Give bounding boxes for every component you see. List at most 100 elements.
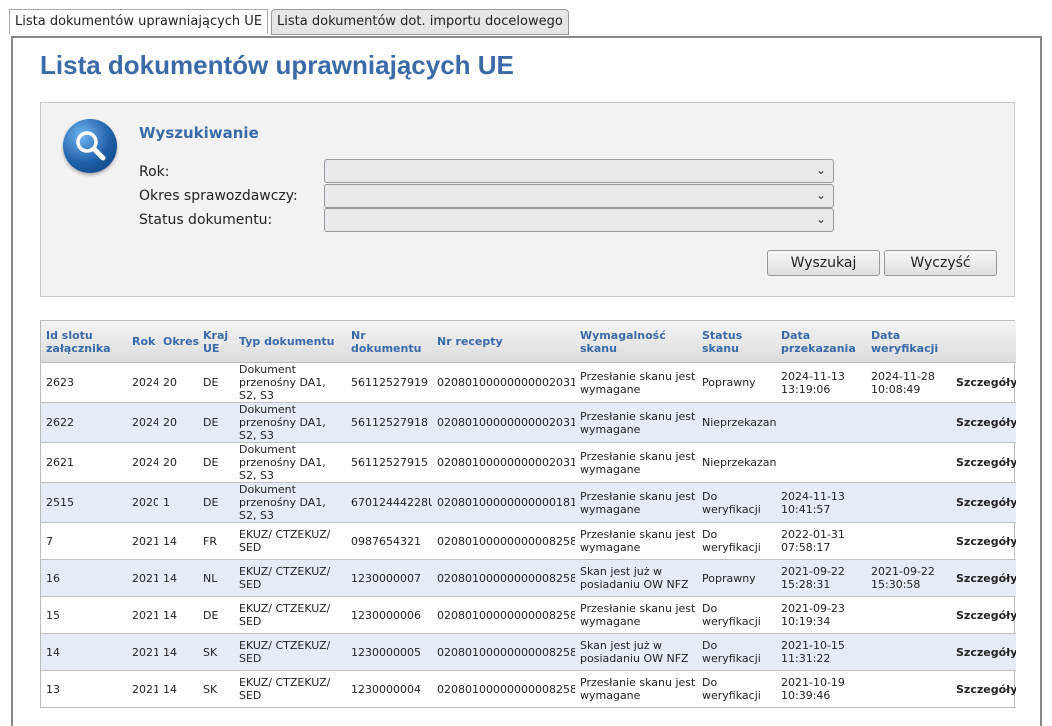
table-cell: 2021-10-19 10:39:46 (776, 670, 866, 708)
table-row: 2621 2024 20 DE Dokument przenośny DA1, S2, … (41, 442, 1016, 483)
details-link[interactable]: Szczegóły (951, 482, 1016, 523)
table-cell: Dokument przenośny DA1, S2, S3 (234, 482, 346, 523)
column-header[interactable]: Data przekazania (776, 321, 866, 363)
table-cell: Skan jest już w posiadaniu OW NFZ (575, 559, 697, 597)
table-cell: Do weryfikacji (697, 522, 776, 560)
column-header[interactable]: Rok (127, 321, 158, 363)
table-cell: 1230000007 (346, 559, 432, 597)
table-row: 14 2021 14 SK EKUZ/ CTZEKUZ/ SED 1230000005 02… (41, 633, 1016, 671)
year-label: Rok: (139, 164, 170, 180)
table-cell: DE (198, 402, 234, 443)
table-cell: FR (198, 522, 234, 560)
table-cell: 02080100000000002031221; (432, 402, 575, 443)
details-link[interactable]: Szczegóły (951, 559, 1016, 597)
table-cell: 2021-09-23 10:19:34 (776, 596, 866, 634)
table-cell: 7 (41, 522, 127, 560)
column-header[interactable]: Data weryfikacji (866, 321, 951, 363)
table-cell: Dokument przenośny DA1, S2, S3 (234, 402, 346, 443)
column-header[interactable]: Wymagalność skanu (575, 321, 697, 363)
period-select[interactable]: ⌄ (324, 184, 834, 208)
table-cell: Skan jest już w posiadaniu OW NFZ (575, 633, 697, 671)
table-cell: EKUZ/ CTZEKUZ/ SED (234, 522, 346, 560)
table-cell: 02080100000000002031222; (432, 442, 575, 483)
table-cell (776, 402, 866, 443)
status-select[interactable]: ⌄ (324, 208, 834, 232)
table-row: 2622 2024 20 DE Dokument przenośny DA1, S2, … (41, 402, 1016, 443)
column-header[interactable]: Nr recepty (432, 321, 575, 363)
column-header[interactable]: Id slotu załącznika (41, 321, 127, 363)
period-label: Okres sprawozdawczy: (139, 188, 298, 204)
table-cell: 56112527915 (346, 442, 432, 483)
table-cell: Do weryfikacji (697, 670, 776, 708)
search-panel: Wyszukiwanie Rok: ⌄ Okres sprawozdawczy:… (40, 102, 1015, 297)
table-cell: 02080100000000008258088; (432, 670, 575, 708)
table-cell: 02080100000000008258088; (432, 633, 575, 671)
table-cell: DE (198, 482, 234, 523)
details-link[interactable]: Szczegóły (951, 362, 1016, 403)
table-header-row: Id slotu załącznika Rok Okres Kraj UE Ty… (41, 321, 1016, 363)
table-cell: 02080100000000008258088; (432, 559, 575, 597)
table-cell: 2623 (41, 362, 127, 403)
table-cell: 2021 (127, 559, 158, 597)
details-link[interactable]: Szczegóły (951, 596, 1016, 634)
table-cell: 02080100000000002031256; (432, 362, 575, 403)
table-cell: EKUZ/ CTZEKUZ/ SED (234, 670, 346, 708)
details-link[interactable]: Szczegóły (951, 670, 1016, 708)
tab-import-documents[interactable]: Lista dokumentów dot. importu docelowego (271, 9, 569, 35)
table-cell: 2021-09-22 15:30:58 (866, 559, 951, 597)
table-row: 2515 2020 1 DE Dokument przenośny DA1, S2, S… (41, 482, 1016, 523)
column-header[interactable]: Status skanu (697, 321, 776, 363)
table-cell: Poprawny (697, 362, 776, 403)
column-header[interactable]: Nr dokumentu (346, 321, 432, 363)
column-header[interactable]: Okres (158, 321, 199, 363)
chevron-down-icon: ⌄ (815, 212, 826, 226)
table-cell: 1230000004 (346, 670, 432, 708)
table-cell (866, 442, 951, 483)
table-cell (866, 402, 951, 443)
table-row: 2623 2024 20 DE Dokument przenośny DA1, S2, … (41, 362, 1016, 403)
table-cell: 2024 (127, 362, 158, 403)
table-cell: DE (198, 596, 234, 634)
table-cell: 0987654321 (346, 522, 432, 560)
table-cell: EKUZ/ CTZEKUZ/ SED (234, 633, 346, 671)
table-cell: 2515 (41, 482, 127, 523)
table-cell: Przesłanie skanu jest wymagane (575, 442, 697, 483)
table-cell: Przesłanie skanu jest wymagane (575, 402, 697, 443)
column-header (951, 321, 1016, 363)
table-cell: 02080100000000008258088; (432, 522, 575, 560)
table-cell: Nieprzekazany (697, 402, 776, 443)
clear-button[interactable]: Wyczyść (884, 250, 997, 276)
table-cell: Do weryfikacji (697, 482, 776, 523)
details-link[interactable]: Szczegóły (951, 402, 1016, 443)
table-cell: 2021 (127, 670, 158, 708)
details-link[interactable]: Szczegóły (951, 633, 1016, 671)
table-cell: 02080100000000008258088; (432, 596, 575, 634)
table-row: 16 2021 14 NL EKUZ/ CTZEKUZ/ SED 1230000007 02… (41, 559, 1016, 597)
details-link[interactable]: Szczegóły (951, 442, 1016, 483)
table-cell: Poprawny (697, 559, 776, 597)
table-cell: 14 (158, 559, 198, 597)
status-label: Status dokumentu: (139, 212, 273, 228)
table-cell: 2024 (127, 442, 158, 483)
table-cell: 2021 (127, 633, 158, 671)
table-cell: 2024-11-13 13:19:06 (776, 362, 866, 403)
table-cell: DE (198, 442, 234, 483)
page-title: Lista dokumentów uprawniających UE (40, 50, 514, 80)
table-row: 13 2021 14 SK EKUZ/ CTZEKUZ/ SED 1230000004 02… (41, 670, 1016, 708)
details-link[interactable]: Szczegóły (951, 522, 1016, 560)
table-cell: 20 (158, 402, 198, 443)
search-button[interactable]: Wyszukaj (767, 250, 880, 276)
table-cell: 67012444228UE (346, 482, 432, 523)
table-cell: 1230000006 (346, 596, 432, 634)
table-cell: 2022-01-31 07:58:17 (776, 522, 866, 560)
year-select[interactable]: ⌄ (324, 159, 834, 183)
table-cell: Do weryfikacji (697, 633, 776, 671)
table-cell: Nieprzekazany (697, 442, 776, 483)
table-cell (866, 482, 951, 523)
table-row: 15 2021 14 DE EKUZ/ CTZEKUZ/ SED 1230000006 02… (41, 596, 1016, 634)
column-header[interactable]: Kraj UE (198, 321, 234, 363)
column-header[interactable]: Typ dokumentu (234, 321, 346, 363)
tab-eu-documents[interactable]: Lista dokumentów uprawniających UE (9, 9, 269, 34)
table-cell: 16 (41, 559, 127, 597)
table-cell: EKUZ/ CTZEKUZ/ SED (234, 596, 346, 634)
